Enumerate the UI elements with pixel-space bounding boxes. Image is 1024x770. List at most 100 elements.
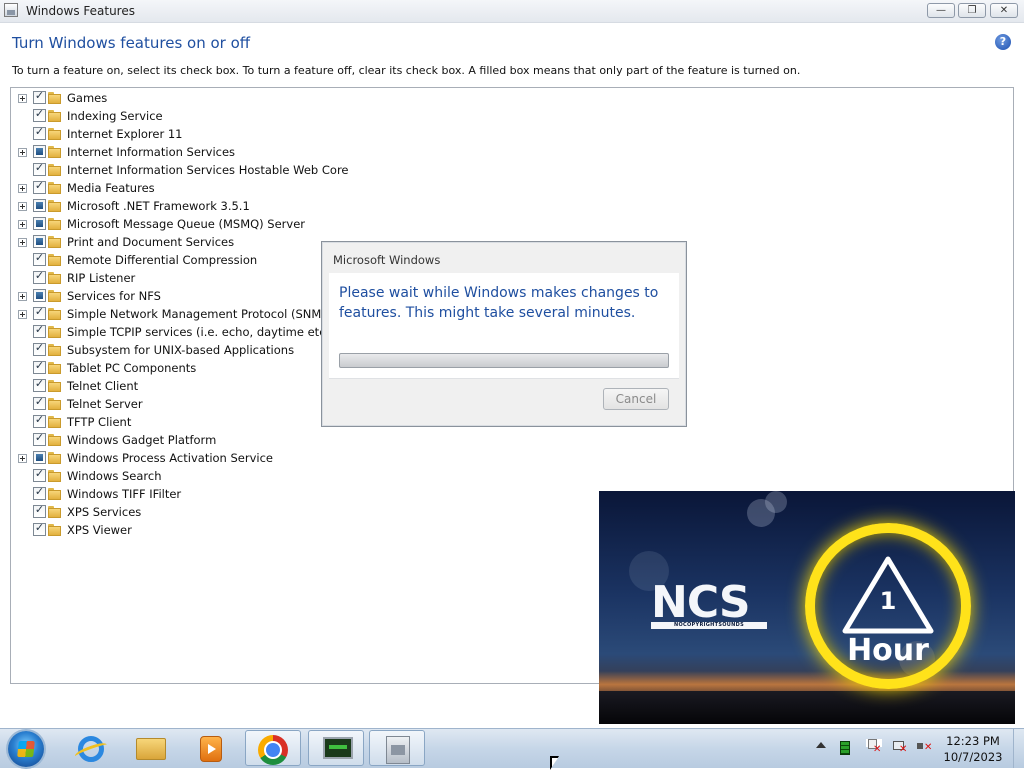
feature-checkbox[interactable]	[33, 521, 46, 536]
expand-icon[interactable]	[18, 310, 27, 319]
feature-checkbox[interactable]	[33, 413, 46, 428]
feature-label[interactable]: Indexing Service	[67, 109, 163, 123]
feature-label[interactable]: Subsystem for UNIX-based Applications	[67, 343, 294, 357]
feature-label[interactable]: TFTP Client	[67, 415, 131, 429]
feature-row[interactable]: Simple Network Management Protocol (SNMP…	[11, 305, 341, 323]
feature-row[interactable]: XPS Viewer	[11, 521, 341, 539]
feature-row[interactable]: Internet Information Services Hostable W…	[11, 161, 349, 179]
feature-row[interactable]: XPS Services	[11, 503, 341, 521]
feature-row[interactable]: RIP Listener	[11, 269, 341, 287]
feature-label[interactable]: RIP Listener	[67, 271, 135, 285]
cancel-button[interactable]: Cancel	[603, 388, 669, 410]
feature-checkbox[interactable]	[33, 125, 46, 140]
feature-checkbox[interactable]	[33, 323, 46, 338]
feature-row[interactable]: Tablet PC Components	[11, 359, 341, 377]
feature-row[interactable]: Microsoft .NET Framework 3.5.1	[11, 197, 341, 215]
feature-label[interactable]: Print and Document Services	[67, 235, 234, 249]
feature-checkbox[interactable]	[33, 395, 46, 410]
taskbar-app-system-monitor[interactable]	[308, 730, 364, 766]
feature-label[interactable]: Windows TIFF IFilter	[67, 487, 181, 501]
feature-label[interactable]: Windows Search	[67, 469, 162, 483]
feature-row[interactable]: Internet Information Services	[11, 143, 341, 161]
feature-row[interactable]: Simple TCPIP services (i.e. echo, daytim…	[11, 323, 341, 341]
taskbar-app-internet-explorer[interactable]	[62, 730, 118, 766]
taskbar-app-windows-explorer[interactable]	[122, 730, 178, 766]
feature-label[interactable]: Windows Gadget Platform	[67, 433, 216, 447]
expand-icon[interactable]	[18, 202, 27, 211]
feature-row[interactable]: Services for NFS	[11, 287, 341, 305]
clock[interactable]: 12:23 PM 10/7/2023	[940, 733, 1006, 765]
feature-checkbox[interactable]	[33, 467, 46, 482]
feature-checkbox[interactable]	[33, 107, 46, 122]
close-button[interactable]: ✕	[990, 3, 1018, 18]
feature-label[interactable]: Microsoft Message Queue (MSMQ) Server	[67, 217, 305, 231]
feature-label[interactable]: Windows Process Activation Service	[67, 451, 273, 465]
feature-checkbox[interactable]	[33, 269, 46, 284]
feature-label[interactable]: Internet Information Services Hostable W…	[67, 163, 349, 177]
feature-label[interactable]: Services for NFS	[67, 289, 161, 303]
feature-checkbox[interactable]	[33, 161, 46, 176]
feature-checkbox[interactable]	[33, 251, 46, 266]
feature-checkbox[interactable]	[33, 503, 46, 518]
feature-row[interactable]: Windows Gadget Platform	[11, 431, 341, 449]
feature-checkbox[interactable]	[33, 145, 46, 158]
feature-checkbox[interactable]	[33, 377, 46, 392]
feature-label[interactable]: Telnet Server	[67, 397, 143, 411]
restore-button[interactable]: ❐	[958, 3, 986, 18]
action-center-icon[interactable]	[866, 739, 882, 755]
feature-row[interactable]: Media Features	[11, 179, 341, 197]
feature-row[interactable]: Print and Document Services	[11, 233, 341, 251]
show-desktop-button[interactable]	[1013, 729, 1024, 768]
expand-icon[interactable]	[18, 184, 27, 193]
feature-label[interactable]: Games	[67, 91, 107, 105]
feature-label[interactable]: Remote Differential Compression	[67, 253, 257, 267]
feature-row[interactable]: Indexing Service	[11, 107, 341, 125]
feature-row[interactable]: Subsystem for UNIX-based Applications	[11, 341, 341, 359]
feature-checkbox[interactable]	[33, 451, 46, 464]
feature-label[interactable]: Simple TCPIP services (i.e. echo, daytim…	[67, 325, 330, 339]
feature-label[interactable]: Tablet PC Components	[67, 361, 196, 375]
feature-row[interactable]: Internet Explorer 11	[11, 125, 341, 143]
feature-checkbox[interactable]	[33, 341, 46, 356]
help-icon[interactable]: ?	[995, 34, 1011, 50]
feature-label[interactable]: Internet Information Services	[67, 145, 235, 159]
feature-checkbox[interactable]	[33, 485, 46, 500]
feature-row[interactable]: Windows Search	[11, 467, 341, 485]
expand-icon[interactable]	[18, 220, 27, 229]
expand-icon[interactable]	[18, 238, 27, 247]
title-bar[interactable]: Windows Features — ❐ ✕	[0, 0, 1024, 23]
feature-checkbox[interactable]	[33, 199, 46, 212]
show-hidden-icons-icon[interactable]	[816, 742, 826, 748]
feature-checkbox[interactable]	[33, 305, 46, 320]
feature-label[interactable]: Microsoft .NET Framework 3.5.1	[67, 199, 250, 213]
feature-checkbox[interactable]	[33, 89, 46, 104]
feature-row[interactable]: Windows Process Activation Service	[11, 449, 341, 467]
feature-row[interactable]: Remote Differential Compression	[11, 251, 341, 269]
expand-icon[interactable]	[18, 148, 27, 157]
taskbar-app-media-player[interactable]	[182, 730, 238, 766]
feature-checkbox[interactable]	[33, 431, 46, 446]
feature-row[interactable]: Microsoft Message Queue (MSMQ) Server	[11, 215, 341, 233]
feature-checkbox[interactable]	[33, 235, 46, 248]
expand-icon[interactable]	[18, 454, 27, 463]
feature-checkbox[interactable]	[33, 217, 46, 230]
feature-row[interactable]: Windows TIFF IFilter	[11, 485, 341, 503]
feature-row[interactable]: TFTP Client	[11, 413, 341, 431]
feature-label[interactable]: Media Features	[67, 181, 155, 195]
minimize-button[interactable]: —	[927, 3, 955, 18]
feature-row[interactable]: Telnet Client	[11, 377, 341, 395]
feature-checkbox[interactable]	[33, 359, 46, 374]
volume-muted-icon[interactable]	[916, 739, 932, 755]
feature-row[interactable]: Games	[11, 89, 341, 107]
monitor-status-icon[interactable]	[840, 741, 850, 755]
feature-label[interactable]: XPS Services	[67, 505, 141, 519]
feature-checkbox[interactable]	[33, 289, 46, 302]
feature-label[interactable]: Internet Explorer 11	[67, 127, 183, 141]
network-icon[interactable]	[892, 739, 908, 755]
feature-label[interactable]: Telnet Client	[67, 379, 138, 393]
feature-row[interactable]: Telnet Server	[11, 395, 341, 413]
feature-label[interactable]: Simple Network Management Protocol (SNMP…	[67, 307, 333, 321]
feature-checkbox[interactable]	[33, 179, 46, 194]
expand-icon[interactable]	[18, 94, 27, 103]
video-overlay[interactable]: NCS NOCOPYRIGHTSOUNDS 1 Hour	[599, 491, 1015, 724]
